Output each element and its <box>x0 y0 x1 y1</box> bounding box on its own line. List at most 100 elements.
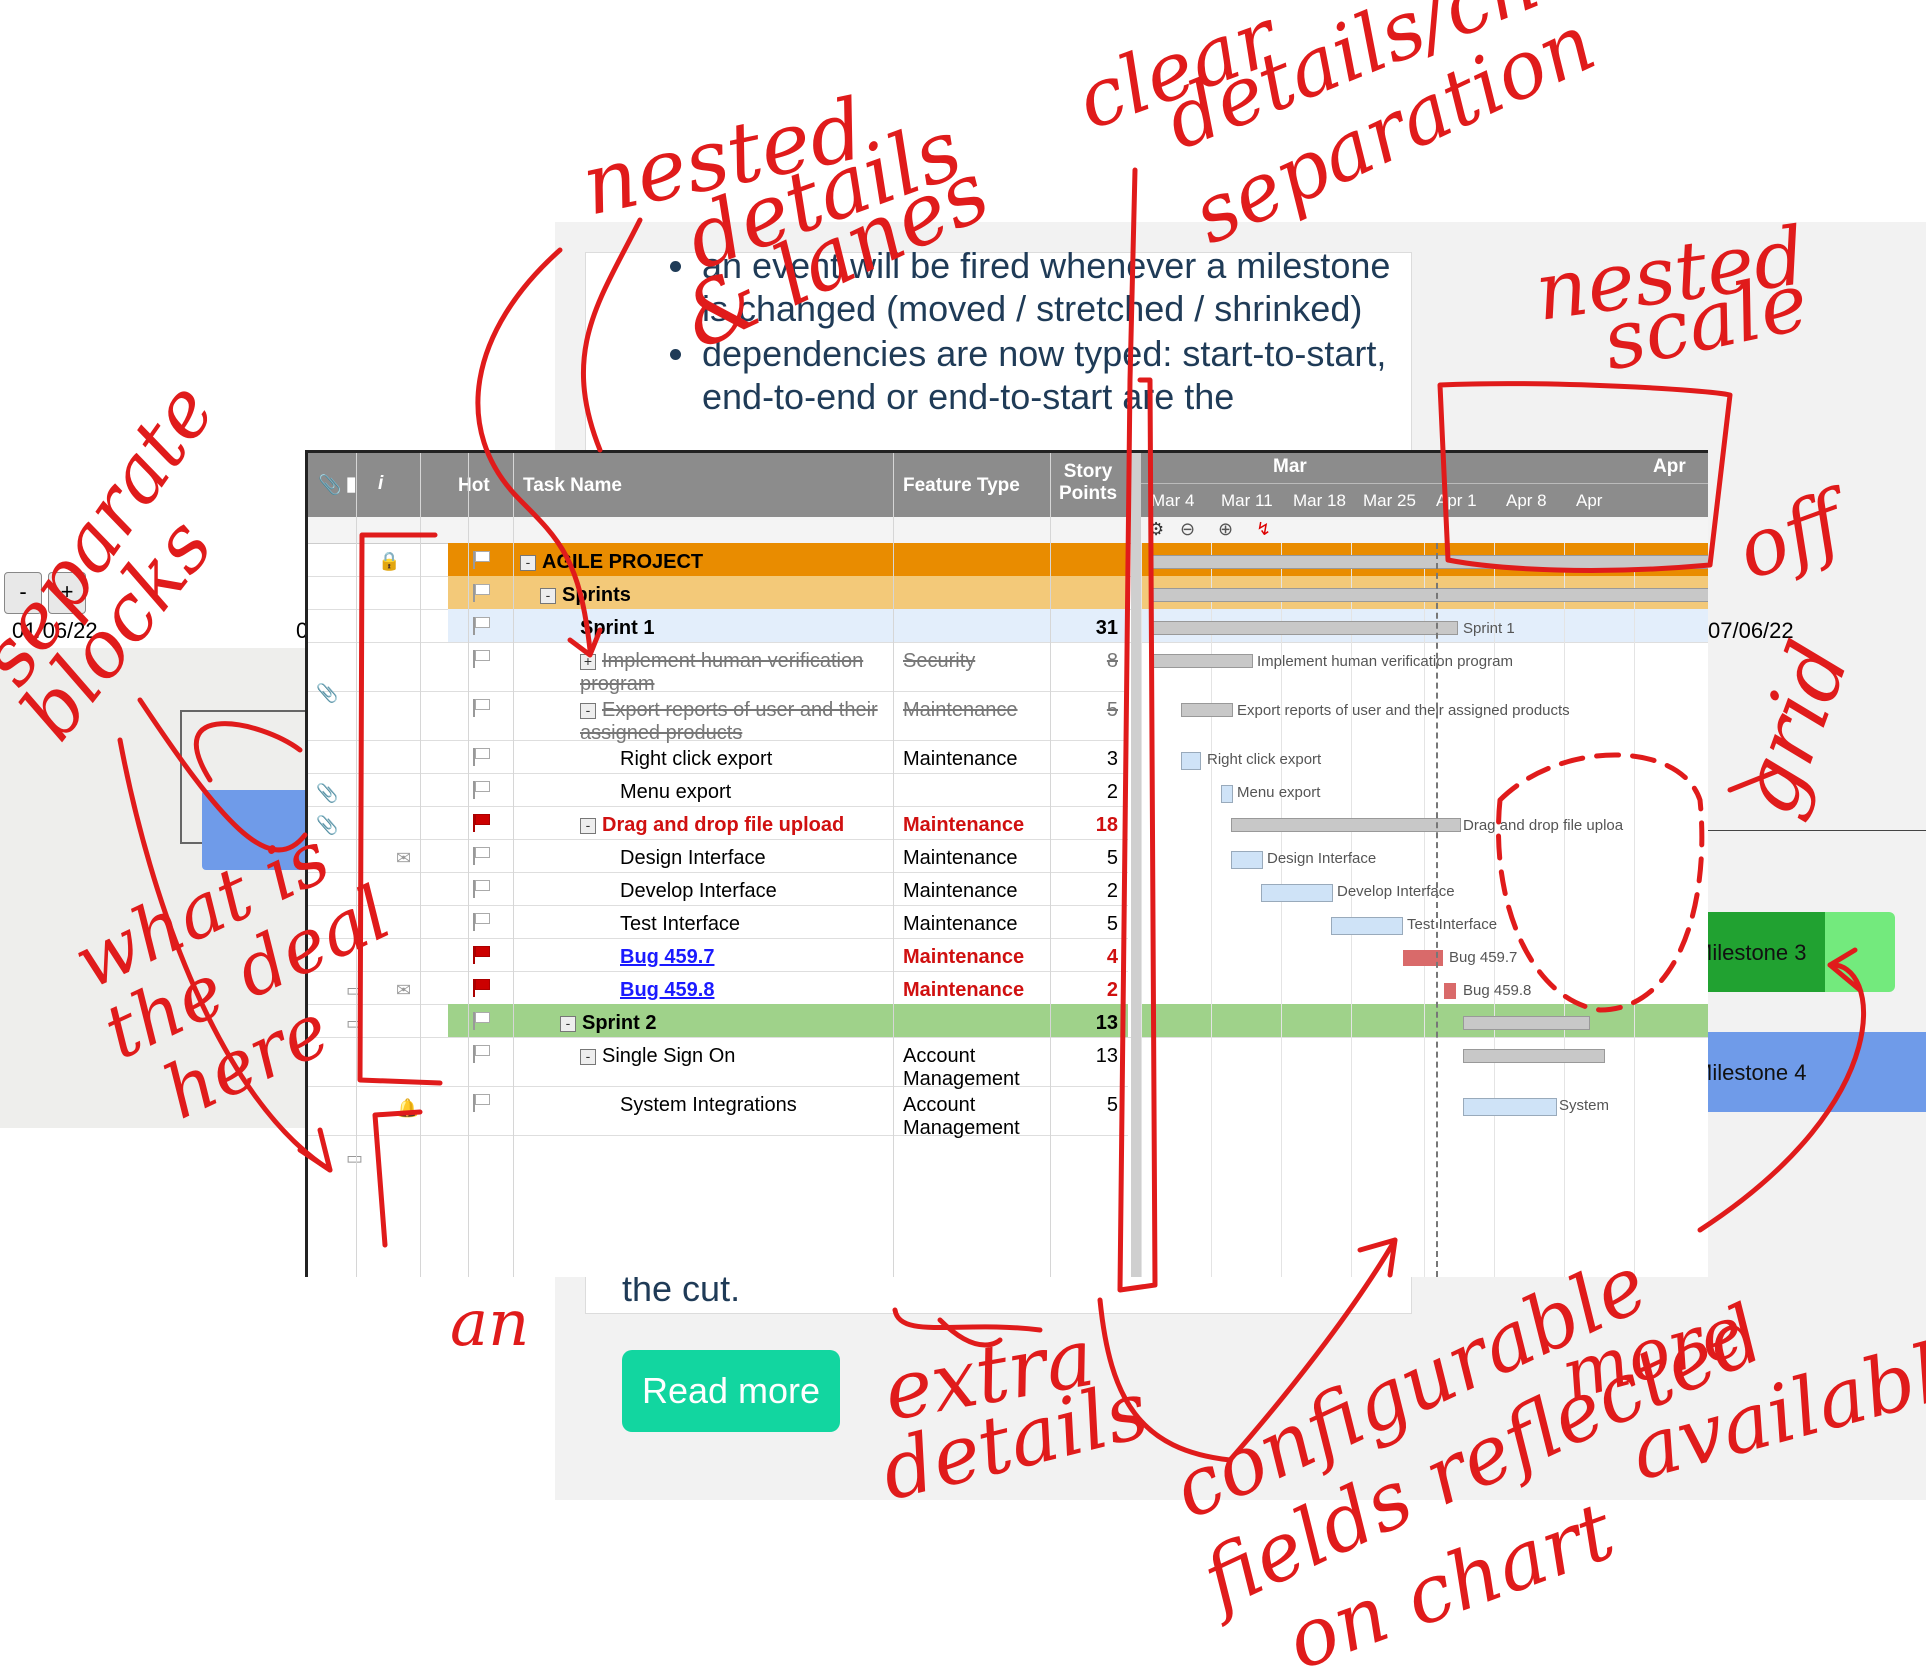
gantt-bar[interactable] <box>1463 1098 1557 1116</box>
gantt-bar[interactable] <box>1151 555 1708 569</box>
zoom-in-button[interactable]: + <box>48 572 86 614</box>
expand-icon[interactable]: + <box>580 654 596 670</box>
task-name-header[interactable]: Task Name <box>523 475 622 497</box>
task-name[interactable]: - Single Sign On <box>580 1045 890 1068</box>
comment-icon[interactable]: ▭ <box>346 1148 363 1169</box>
attachment-icon[interactable]: 📎 <box>316 783 338 804</box>
feature-type-cell[interactable]: Maintenance <box>903 946 1043 969</box>
critical-path-icon[interactable]: ↯ <box>1256 519 1271 540</box>
task-row[interactable]: - Drag and drop file upload Maintenance 18 <box>308 806 1128 840</box>
feature-type-cell[interactable]: Maintenance <box>903 913 1043 936</box>
story-points-cell[interactable]: 5 <box>1078 847 1118 870</box>
task-row[interactable]: Develop Interface Maintenance 2 <box>308 872 1128 906</box>
hot-flag-icon[interactable] <box>473 1045 490 1063</box>
collapse-icon[interactable]: - <box>520 555 536 571</box>
zoom-out-button[interactable]: - <box>4 572 42 614</box>
hot-flag-icon[interactable] <box>473 946 490 964</box>
feature-type-cell[interactable]: Maintenance <box>903 880 1043 903</box>
details-chart-splitter[interactable] <box>1131 453 1141 1277</box>
gantt-bar[interactable] <box>1221 785 1233 803</box>
read-more-button[interactable]: Read more <box>622 1350 840 1432</box>
settings-icon[interactable]: ⚙ <box>1148 519 1164 540</box>
hot-flag-icon[interactable] <box>473 847 490 865</box>
hot-flag-icon[interactable] <box>473 1094 490 1112</box>
gantt-bar[interactable] <box>1181 752 1201 770</box>
hot-flag-icon[interactable] <box>473 979 490 997</box>
hot-flag-icon[interactable] <box>473 814 490 832</box>
story-points-cell[interactable]: 4 <box>1078 946 1118 969</box>
task-name[interactable]: Test Interface <box>620 913 890 936</box>
email-icon[interactable]: ✉ <box>396 848 411 869</box>
bell-icon[interactable]: 🔔 <box>396 1098 418 1119</box>
task-name[interactable]: - Sprints <box>540 584 890 607</box>
task-name[interactable]: + Implement human verification program <box>580 650 890 696</box>
hot-header[interactable]: Hot <box>458 475 490 497</box>
feature-type-cell[interactable]: Maintenance <box>903 748 1043 771</box>
zoom-in-icon[interactable]: ⊕ <box>1218 519 1233 540</box>
collapse-icon[interactable]: - <box>580 1049 596 1065</box>
hot-flag-icon[interactable] <box>473 584 490 602</box>
hot-flag-icon[interactable] <box>473 551 490 569</box>
feature-type-cell[interactable]: Maintenance <box>903 814 1043 837</box>
task-row[interactable]: Test Interface Maintenance 5 <box>308 905 1128 939</box>
gantt-bar[interactable] <box>1463 1049 1605 1063</box>
task-name[interactable]: - AGILE PROJECT <box>520 551 890 574</box>
hot-flag-icon[interactable] <box>473 699 490 717</box>
collapse-icon[interactable]: - <box>580 703 596 719</box>
task-name[interactable]: Sprint 1 <box>580 617 890 640</box>
task-name[interactable]: Develop Interface <box>620 880 890 903</box>
left-timeline-bar[interactable] <box>202 790 322 870</box>
feature-type-cell[interactable]: Maintenance <box>903 699 1043 722</box>
hot-flag-icon[interactable] <box>473 748 490 766</box>
gantt-bar[interactable] <box>1463 1016 1590 1030</box>
gantt-bar[interactable] <box>1151 654 1253 668</box>
story-points-cell[interactable]: 5 <box>1078 699 1118 722</box>
collapse-icon[interactable]: - <box>580 818 596 834</box>
feature-type-cell[interactable]: Security <box>903 650 1043 673</box>
hot-flag-icon[interactable] <box>473 880 490 898</box>
task-row[interactable]: Menu export 2 <box>308 773 1128 807</box>
gantt-bar[interactable] <box>1261 884 1333 902</box>
gantt-bar[interactable] <box>1231 818 1461 832</box>
story-points-cell[interactable]: 13 <box>1078 1012 1118 1035</box>
hot-flag-icon[interactable] <box>473 617 490 635</box>
story-points-cell[interactable]: 5 <box>1078 913 1118 936</box>
attachment-icon[interactable]: 📎 <box>316 815 338 836</box>
task-row[interactable]: Right click export Maintenance 3 <box>308 740 1128 774</box>
story-points-header[interactable]: Story Points <box>1053 461 1123 505</box>
story-points-cell[interactable]: 2 <box>1078 979 1118 1002</box>
task-name[interactable]: - Export reports of user and their assign… <box>580 699 890 745</box>
task-name[interactable]: Right click export <box>620 748 890 771</box>
story-points-cell[interactable]: 2 <box>1078 781 1118 804</box>
zoom-out-icon[interactable]: ⊖ <box>1180 519 1195 540</box>
task-row[interactable]: Design Interface Maintenance 5 <box>308 839 1128 873</box>
story-points-cell[interactable]: 3 <box>1078 748 1118 771</box>
task-name[interactable]: Bug 459.7 <box>620 946 890 969</box>
story-points-cell[interactable]: 5 <box>1078 1094 1118 1117</box>
task-row[interactable]: Bug 459.8 Maintenance 2 <box>308 971 1128 1005</box>
gantt-bar[interactable] <box>1231 851 1263 869</box>
hot-flag-icon[interactable] <box>473 1012 490 1030</box>
feature-type-header[interactable]: Feature Type <box>903 475 1020 497</box>
task-name[interactable]: - Drag and drop file upload <box>580 814 890 837</box>
gantt-bar[interactable] <box>1151 588 1708 602</box>
feature-type-cell[interactable]: Account Management <box>903 1045 1043 1091</box>
story-points-cell[interactable]: 31 <box>1078 617 1118 640</box>
task-name[interactable]: Bug 459.8 <box>620 979 890 1002</box>
task-row[interactable]: - Export reports of user and their assign… <box>308 691 1128 744</box>
task-name[interactable]: Design Interface <box>620 847 890 870</box>
task-row[interactable]: Bug 459.7 Maintenance 4 <box>308 938 1128 972</box>
email-icon[interactable]: ✉ <box>396 980 411 1001</box>
comment-icon[interactable]: ▭ <box>346 980 363 1001</box>
feature-type-cell[interactable]: Maintenance <box>903 979 1043 1002</box>
story-points-cell[interactable]: 13 <box>1078 1045 1118 1068</box>
task-name[interactable]: - Sprint 2 <box>560 1012 890 1035</box>
lock-icon[interactable]: 🔒 <box>378 551 400 572</box>
comment-icon[interactable]: ▭ <box>346 1013 363 1034</box>
task-name[interactable]: Menu export <box>620 781 890 804</box>
feature-type-cell[interactable]: Account Management <box>903 1094 1043 1140</box>
gantt-bar[interactable] <box>1151 621 1458 635</box>
story-points-cell[interactable]: 18 <box>1078 814 1118 837</box>
task-row[interactable]: - Single Sign On Account Management 13 <box>308 1037 1128 1090</box>
hot-flag-icon[interactable] <box>473 781 490 799</box>
